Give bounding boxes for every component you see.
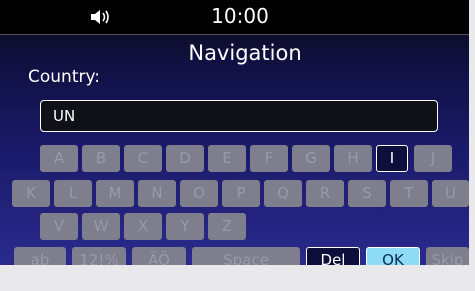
umlaut-key: ÄÖ (132, 247, 186, 265)
lowercase-key: ab (14, 247, 66, 265)
key-r: R (306, 180, 344, 207)
key-k: K (12, 180, 50, 207)
screen-bezel-right (469, 0, 475, 291)
key-a: A (40, 145, 78, 172)
key-b: B (82, 145, 120, 172)
key-z: Z (208, 213, 246, 240)
page-title: Navigation (188, 41, 302, 65)
key-g: G (292, 145, 330, 172)
key-v: V (40, 213, 78, 240)
space-key: Space (192, 247, 300, 265)
key-h: H (334, 145, 372, 172)
key-i[interactable]: I (376, 145, 408, 172)
key-o: O (180, 180, 218, 207)
country-input-value: UN (53, 107, 76, 125)
key-e: E (208, 145, 246, 172)
key-l: L (54, 180, 92, 207)
key-c: C (124, 145, 162, 172)
skip-key: Skip (426, 247, 469, 265)
country-input[interactable]: UN (40, 100, 438, 132)
key-w: W (82, 213, 120, 240)
symbols-key: 12!% (72, 247, 126, 265)
key-s: S (348, 180, 386, 207)
key-j: J (414, 145, 452, 172)
clock: 10:00 (211, 4, 269, 28)
nav-screen: 10:00 Navigation Country: UN A B C D E F… (0, 0, 469, 265)
status-bar: 10:00 (0, 0, 469, 35)
country-label: Country: (28, 67, 101, 87)
key-t: T (390, 180, 428, 207)
key-y: Y (166, 213, 204, 240)
key-n: N (138, 180, 176, 207)
key-u: U (432, 180, 469, 207)
key-p: P (222, 180, 260, 207)
ok-button[interactable]: OK (366, 247, 420, 265)
screen-bezel-bottom (0, 265, 475, 291)
key-x: X (124, 213, 162, 240)
delete-key[interactable]: Del (306, 247, 360, 265)
key-f: F (250, 145, 288, 172)
key-d: D (166, 145, 204, 172)
key-q: Q (264, 180, 302, 207)
speaker-volume-icon (91, 10, 109, 24)
key-m: M (96, 180, 134, 207)
